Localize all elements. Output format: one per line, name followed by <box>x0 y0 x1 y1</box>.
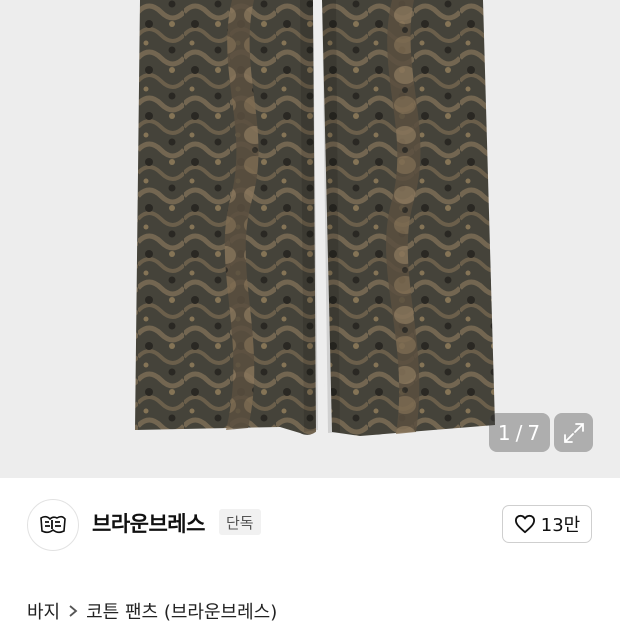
exclusive-badge: 단독 <box>219 509 261 535</box>
image-counter: 1 / 7 <box>489 413 550 452</box>
image-total: 7 <box>527 420 542 445</box>
brand-row: 브라운브레스 단독 13만 <box>0 478 620 570</box>
counter-separator: / <box>515 420 524 445</box>
like-count: 13만 <box>540 515 581 536</box>
brand-logo-icon <box>40 515 66 534</box>
chevron-right-icon <box>69 605 78 617</box>
breadcrumb-category[interactable]: 바지 <box>27 598 60 624</box>
brand-avatar[interactable] <box>27 499 79 551</box>
product-image-gallery[interactable]: 1 / 7 <box>0 0 620 478</box>
heart-outline-icon <box>514 514 535 534</box>
brand-like-button[interactable]: 13만 <box>502 505 592 543</box>
brand-name[interactable]: 브라운브레스 <box>92 508 205 538</box>
expand-button[interactable] <box>554 413 593 452</box>
image-index: 1 <box>497 420 512 445</box>
product-image <box>135 0 495 436</box>
breadcrumb-subcategory[interactable]: 코튼 팬츠 (브라운브레스) <box>86 598 277 624</box>
expand-icon <box>563 422 584 443</box>
breadcrumb: 바지 코튼 팬츠 (브라운브레스) <box>27 598 277 624</box>
